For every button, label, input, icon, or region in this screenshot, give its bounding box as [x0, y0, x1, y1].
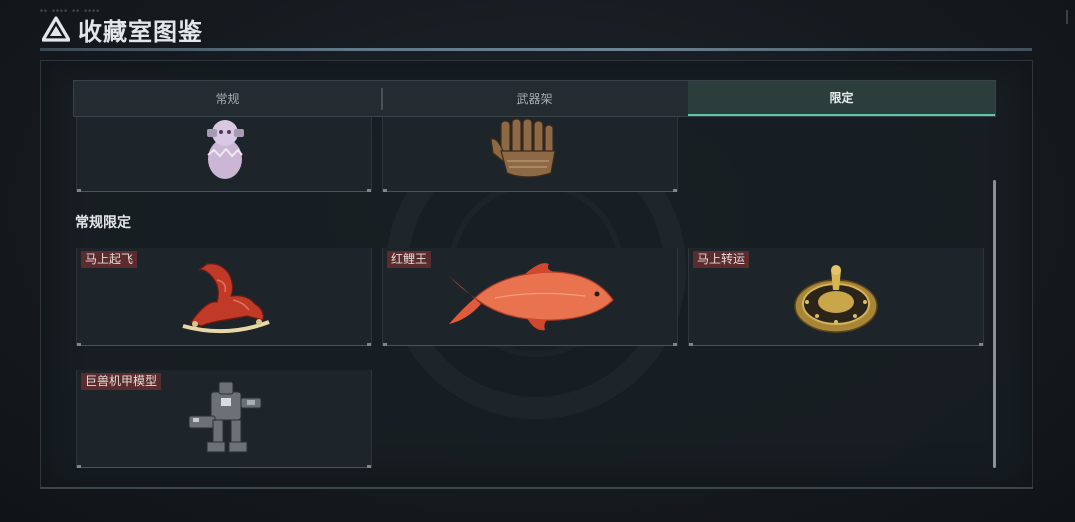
category-tabs: 常规 武器架 限定	[73, 80, 996, 117]
collection-card-compass[interactable]: 马上转运	[688, 248, 984, 346]
mech-model-icon	[188, 381, 262, 453]
collection-card-horse[interactable]: 马上起飞	[76, 248, 372, 346]
scrollbar[interactable]	[993, 180, 996, 468]
delta-triangle-icon	[42, 16, 70, 42]
red-horse-statue-icon	[182, 263, 270, 334]
item-name-label: 马上起飞	[81, 251, 138, 268]
golden-compass-disc-icon	[794, 265, 878, 333]
header-divider	[40, 48, 1032, 51]
tab-weapon-rack[interactable]: 武器架	[381, 81, 688, 116]
panel-bottom-border	[40, 487, 1033, 489]
page-header: 收藏室图鉴	[42, 14, 203, 46]
item-name-label: 红鲤王	[387, 251, 432, 268]
corner-decoration	[1062, 10, 1068, 24]
red-carp-fish-icon	[449, 263, 614, 331]
wooden-hand-sculpture-icon	[490, 118, 556, 178]
collection-card-egg[interactable]	[76, 117, 372, 192]
item-name-label: 马上转运	[693, 251, 750, 268]
section-title: 常规限定	[75, 214, 131, 230]
page-title: 收藏室图鉴	[78, 17, 203, 46]
collection-card-mech[interactable]: 巨兽机甲模型	[76, 370, 372, 468]
tab-regular[interactable]: 常规	[74, 81, 381, 116]
collection-card-hand[interactable]	[382, 117, 678, 192]
egg-figurine-icon	[207, 120, 244, 179]
collection-card-carp[interactable]: 红鲤王	[382, 248, 678, 346]
tab-limited[interactable]: 限定	[688, 81, 995, 116]
item-name-label: 巨兽机甲模型	[81, 373, 162, 390]
